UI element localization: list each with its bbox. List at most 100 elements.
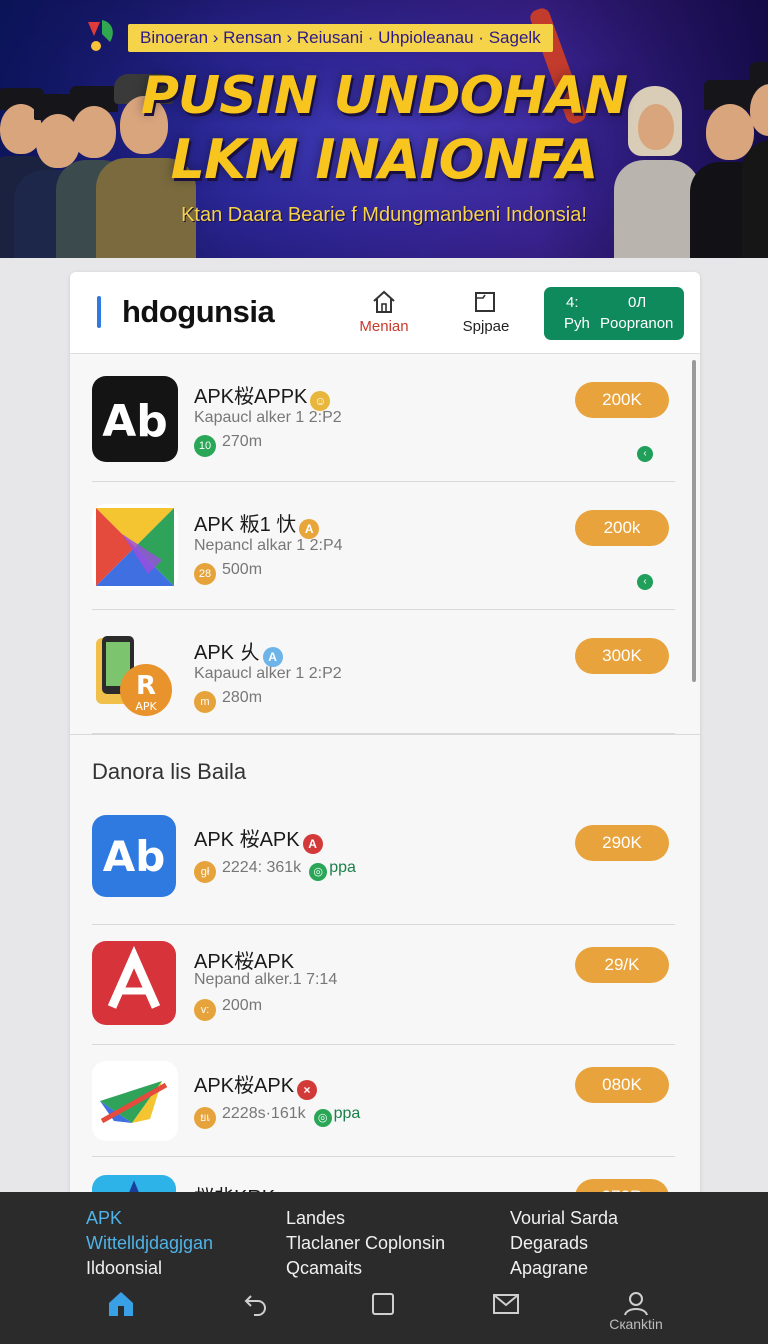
app-name: APK桜APPK ☺ [194, 380, 331, 411]
app-meta: v: 200m [194, 997, 262, 1021]
meta-badge: 10 [194, 435, 216, 457]
rating-badge-icon: A [262, 647, 283, 667]
brand-name[interactable]: hdogunsia [122, 294, 275, 330]
banner-headline-line1: PUSIN UNDOHAN [140, 66, 628, 126]
folder-icon [475, 292, 495, 312]
svg-text:APK: APK [135, 700, 157, 713]
meta-badge: gł [194, 861, 216, 883]
list-item[interactable]: R APK APK 乆A Kapaucl alker 1 2:P2 m 280m … [92, 610, 675, 734]
banner-breadcrumb: Binoeran › Rensan › Reiusani · Uhpiolean… [128, 24, 553, 52]
app-subtitle: Nepancl alkar 1 2:P4 [194, 537, 343, 554]
verified-check-icon: ‹ [637, 574, 653, 590]
app-meta: m 280m [194, 689, 262, 713]
brand-accent-bar [97, 296, 101, 328]
meta-tag: ◎ ppa [309, 859, 356, 881]
list-item[interactable]: APK 粄1 忕A Nepancl alkar 1 2:P4 28 500m 20… [92, 482, 675, 610]
rating-badge-icon: A [299, 519, 320, 539]
cta-icon-2: 0Л [628, 294, 647, 311]
app-store-card: hdogunsia Menian Spjpae 4: 0Л Pyh Poopra… [70, 272, 700, 1272]
footer-column-3: Vourial Sarda Degarads Apagrane [510, 1206, 618, 1281]
banner-headline-line2: LKM INAIONFA [170, 128, 599, 191]
tab-overview[interactable] [353, 1288, 413, 1338]
app-icon-paper-plane [92, 1061, 178, 1141]
meta-badge: v: [194, 999, 216, 1021]
footer-column-2: Landes Tlaclaner Coplonsin Qcamaits [286, 1206, 445, 1281]
footer-link[interactable]: Ildoonsial [86, 1256, 213, 1281]
footer-link[interactable]: Tlaclaner Coplonsin [286, 1231, 445, 1256]
download-size-button[interactable]: 300K [575, 638, 669, 674]
nav-home-label: Menian [359, 318, 409, 335]
home-icon [109, 1292, 133, 1316]
download-size-button[interactable]: 200k [575, 510, 669, 546]
meta-badge: ยเ [194, 1107, 216, 1129]
rating-badge-icon: ☺ [310, 391, 331, 411]
app-icon-a-red [92, 941, 176, 1025]
app-name: APK 粄1 忕A [194, 508, 320, 539]
brand-logo-icon [88, 20, 113, 51]
app-name: APK 乆A [194, 636, 283, 667]
app-meta: 28 500m [194, 561, 262, 585]
app-meta: gł 2224: 361k ◎ ppa [194, 859, 356, 883]
home-icon [373, 290, 395, 313]
app-meta: ยเ 2228s·161k ◎ ppa [194, 1105, 360, 1129]
nav-store[interactable]: Spjpae [446, 290, 526, 342]
header-cta-button[interactable]: 4: 0Л Pyh Poopranon [544, 287, 684, 340]
mail-icon [493, 1294, 519, 1314]
tab-home[interactable] [91, 1288, 151, 1338]
app-name: APK桜APK × [194, 1069, 318, 1100]
app-name: APK桜APK [194, 951, 295, 973]
section-header: Danora lis Baila [92, 735, 700, 811]
meta-badge: 28 [194, 563, 216, 585]
verified-check-icon: ‹ [637, 446, 653, 462]
svg-text:Ab: Ab [102, 396, 168, 447]
app-icon-ab-blue: Ab [92, 815, 176, 897]
cta-icon-1: 4: [566, 294, 579, 311]
list-item[interactable]: Ab APK 桜APK A gł 2224: 361k ◎ ppa 290K [92, 811, 675, 925]
download-size-button[interactable]: 29/K [575, 947, 669, 983]
download-size-button[interactable]: 080K [575, 1067, 669, 1103]
app-subtitle: Nepand alker.1 7:14 [194, 971, 338, 988]
svg-text:Ab: Ab [103, 832, 166, 881]
app-icon-ab-dark: Ab [92, 376, 178, 462]
cta-label-1: Pyh [564, 315, 590, 332]
bottom-footer: APK Wittelldjdagjgan Ildoonsial Landes T… [0, 1192, 768, 1344]
hero-banner[interactable]: Binoeran › Rensan › Reiusani · Uhpiolean… [0, 0, 768, 258]
rating-badge-icon: A [302, 834, 323, 854]
tab-messages[interactable] [476, 1288, 536, 1338]
download-size-button[interactable]: 290K [575, 825, 669, 861]
app-icon-play-style [92, 504, 178, 590]
cta-label-2: Poopranon [600, 315, 674, 332]
download-size-button[interactable]: 200K [575, 382, 669, 418]
card-header: hdogunsia Menian Spjpae 4: 0Л Pyh Poopra… [70, 272, 700, 354]
footer-link[interactable]: Qcamaits [286, 1256, 445, 1281]
user-icon [624, 1292, 648, 1316]
back-icon [244, 1295, 266, 1316]
footer-link[interactable]: APK [86, 1206, 213, 1231]
app-subtitle: Kapaucl alker 1 2:P2 [194, 409, 342, 426]
tab-profile[interactable]: Cкanktin [606, 1288, 666, 1338]
list-item[interactable]: Ab APK桜APPK ☺ Kapaucl alker 1 2:P2 10 270m… [92, 354, 675, 482]
footer-link[interactable]: Landes [286, 1206, 445, 1231]
footer-link[interactable]: Vourial Sarda [510, 1206, 618, 1231]
rating-badge-icon: × [297, 1080, 318, 1100]
footer-link[interactable]: Apagrane [510, 1256, 618, 1281]
footer-column-1: APK Wittelldjdagjgan Ildoonsial [86, 1206, 213, 1281]
app-icon-phone-apk: R APK [92, 632, 178, 718]
svg-text:R: R [136, 671, 156, 701]
app-name: APK 桜APK A [194, 823, 323, 854]
app-list: Ab APK桜APPK ☺ Kapaucl alker 1 2:P2 10 270m… [70, 354, 700, 1255]
meta-badge: m [194, 691, 216, 713]
list-item[interactable]: APK桜APK Nepand alker.1 7:14 v: 200m 29/K [92, 925, 675, 1045]
tab-profile-label: Cкanktin [609, 1316, 663, 1332]
app-subtitle: Kapaucl alker 1 2:P2 [194, 665, 342, 682]
tab-back[interactable] [226, 1288, 286, 1338]
square-icon [372, 1293, 394, 1315]
app-meta: 10 270m [194, 433, 262, 457]
meta-tag: ◎ ppa [313, 1105, 360, 1127]
section-title: Danora lis Baila [92, 759, 247, 784]
nav-store-label: Spjpae [462, 318, 510, 335]
footer-link[interactable]: Wittelldjdagjgan [86, 1231, 213, 1256]
footer-link[interactable]: Degarads [510, 1231, 618, 1256]
list-item[interactable]: APK桜APK × ยเ 2228s·161k ◎ ppa 080K [92, 1045, 675, 1157]
nav-home[interactable]: Menian [344, 290, 424, 342]
